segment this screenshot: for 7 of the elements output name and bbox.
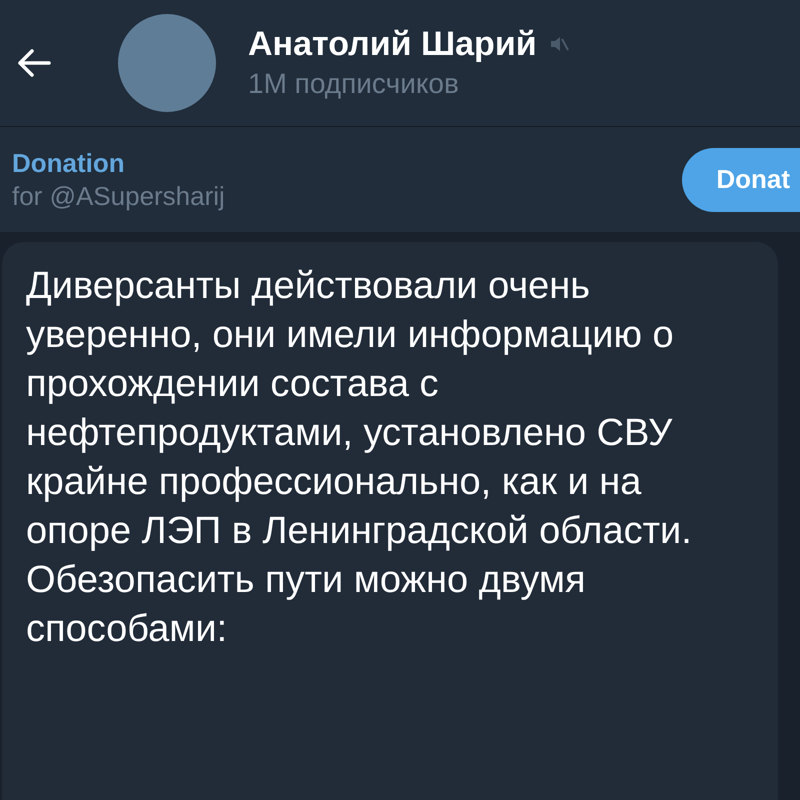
- pinned-subtitle: for @ASupersharij: [12, 180, 225, 212]
- back-arrow-icon: [17, 48, 51, 78]
- message-text: Диверсанты действовали очень уверенно, они имели информацию о прохождении состава с нефтепродуктами, установлено СВУ крайне профессионально, как и на опоре ЛЭП в Ленинградской области. Обезопасить пути можно двумя способами:: [26, 264, 693, 652]
- donate-button[interactable]: Donat: [682, 148, 800, 212]
- pinned-title: Donation: [12, 146, 126, 178]
- subscriber-count: 1M подписчиков: [248, 67, 460, 101]
- channel-name: Анатолий Шарий: [248, 24, 537, 65]
